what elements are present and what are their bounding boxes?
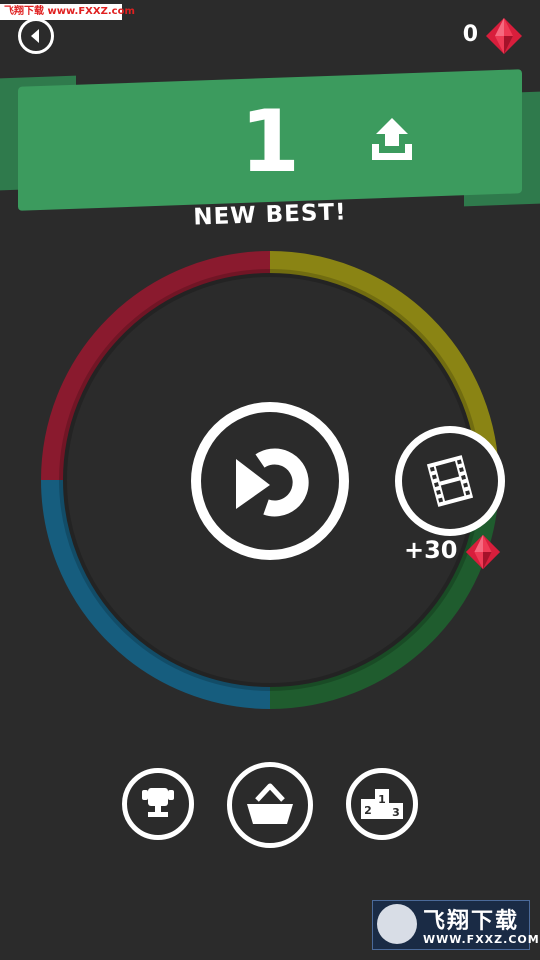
watermark-title: 飞翔下载 xyxy=(423,909,520,934)
shop-button[interactable] xyxy=(227,762,313,848)
trophy-icon xyxy=(142,788,174,817)
podium-second-label: 2 xyxy=(364,804,372,817)
trophy-button[interactable] xyxy=(122,768,194,840)
watch-video-button[interactable] xyxy=(395,426,505,536)
replay-button[interactable] xyxy=(191,402,349,560)
watermark-bottom: 飞翔下载 WWW.FXXZ.COM xyxy=(372,900,539,950)
watermark-logo xyxy=(377,904,417,944)
watermark-url: WWW.FXXZ.COM xyxy=(423,933,540,946)
gem-reward-icon xyxy=(465,534,501,570)
podium-third-label: 3 xyxy=(392,806,400,819)
film-icon xyxy=(426,455,474,507)
basket-icon xyxy=(247,783,293,824)
podium-icon: 1 2 3 xyxy=(361,789,403,819)
replay-icon xyxy=(236,448,309,517)
leaderboard-button[interactable]: 1 2 3 xyxy=(346,768,418,840)
podium-first-label: 1 xyxy=(378,793,386,806)
video-reward-label: +30 xyxy=(404,536,458,564)
